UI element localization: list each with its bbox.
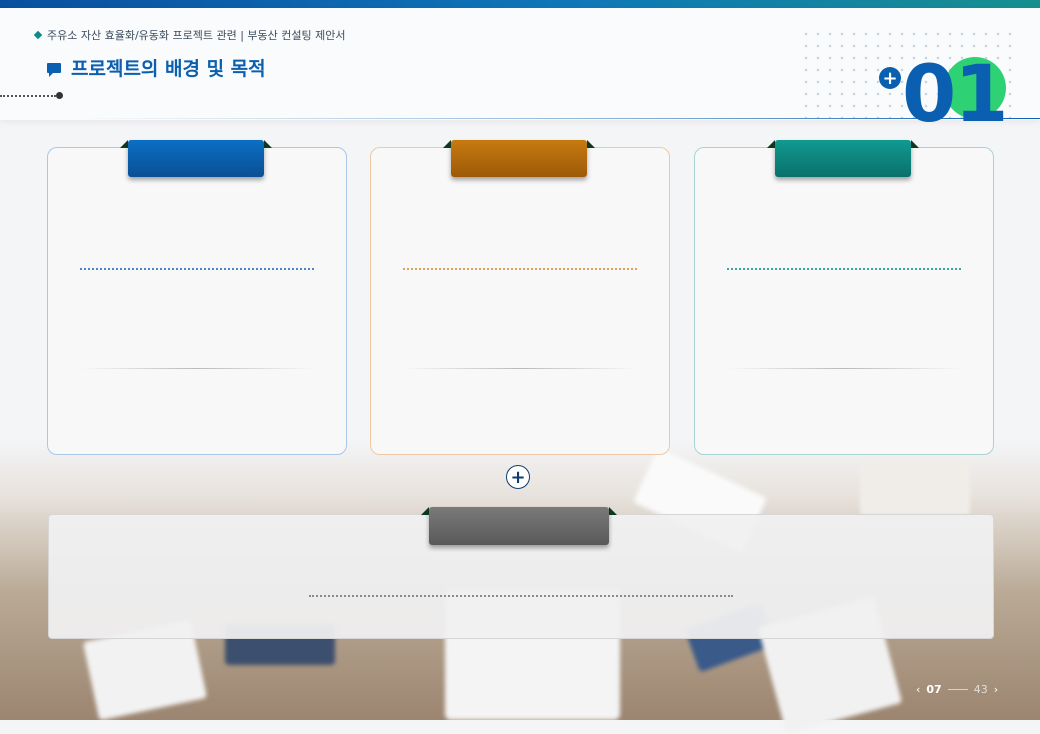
card-3-tab <box>767 140 919 177</box>
current-page: 07 <box>926 683 942 696</box>
page-subtitle <box>72 86 902 106</box>
leader-dot <box>56 92 63 99</box>
dotted-divider <box>309 595 733 597</box>
pager-divider <box>947 689 968 690</box>
breadcrumb: 주유소 자산 효율화/유동화 프로젝트 관련 | 부동산 컨설팅 제안서 <box>33 27 346 43</box>
header-accent-line <box>72 118 1040 119</box>
card-1 <box>47 140 347 455</box>
dotted-leader <box>0 95 56 97</box>
card-2-tab <box>443 140 595 177</box>
divider <box>727 368 961 369</box>
chevron-right-icon[interactable]: › <box>994 683 998 696</box>
dotted-divider <box>80 268 314 270</box>
card-2 <box>370 140 670 455</box>
divider <box>403 368 637 369</box>
total-pages: 43 <box>973 683 988 696</box>
summary-tab <box>421 507 617 545</box>
title-row: 프로젝트의 배경 및 목적 <box>47 54 266 81</box>
diamond-bullet-icon <box>33 30 43 40</box>
divider <box>80 368 314 369</box>
card-1-tab <box>120 140 272 177</box>
page-header: 주유소 자산 효율화/유동화 프로젝트 관련 | 부동산 컨설팅 제안서 프로젝… <box>0 8 1040 128</box>
dotted-divider <box>403 268 637 270</box>
page-title: 프로젝트의 배경 및 목적 <box>71 58 266 80</box>
top-accent-bar <box>0 0 1040 8</box>
summary-box <box>48 507 994 639</box>
plus-circle-icon: + <box>879 67 901 89</box>
speech-bubble-icon <box>47 62 61 77</box>
chevron-left-icon[interactable]: ‹ <box>916 683 920 696</box>
dotted-divider <box>727 268 961 270</box>
card-3 <box>694 140 994 455</box>
plus-circle-icon: + <box>506 465 530 489</box>
page-indicator: ‹ 07 43 › <box>916 683 998 696</box>
breadcrumb-text: 주유소 자산 효율화/유동화 프로젝트 관련 | 부동산 컨설팅 제안서 <box>47 29 346 42</box>
